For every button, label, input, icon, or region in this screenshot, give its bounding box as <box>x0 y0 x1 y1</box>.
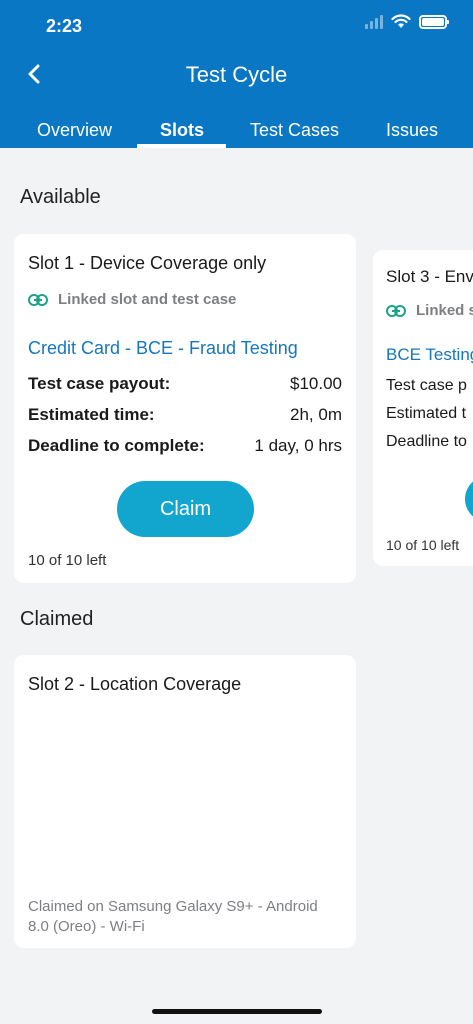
signal-icon <box>365 14 383 29</box>
estimated-time-row: Estimated time: 2h, 0m <box>28 405 342 425</box>
slot-card-3[interactable]: Slot 3 - Env Linked s BCE Testing Test c… <box>373 250 473 566</box>
payout-row: Test case payout: $10.00 <box>28 374 342 394</box>
tab-slots[interactable]: Slots <box>160 120 204 141</box>
claimed-device-info: Claimed on Samsung Galaxy S9+ - Android … <box>28 898 318 935</box>
app-header: 2:23 Test Cycle Overview Slots Test Case… <box>0 0 473 148</box>
section-title-available: Available <box>20 186 101 208</box>
link-icon <box>28 293 48 306</box>
slot-title: Slot 2 - Location Coverage <box>28 674 242 694</box>
section-title-claimed: Claimed <box>20 608 94 630</box>
estimated-time-label: Estimated t <box>386 405 467 422</box>
status-icons <box>365 14 449 29</box>
linked-text: Linked slot and test case <box>58 291 237 308</box>
deadline-value: 1 day, 0 hrs <box>254 436 342 455</box>
payout-label: Test case payout: <box>28 374 171 393</box>
tab-test-cases[interactable]: Test Cases <box>250 120 339 141</box>
slots-left-count: 10 of 10 left <box>386 537 460 553</box>
tab-bar: Overview Slots Test Cases Issues <box>0 116 473 148</box>
slot-title: Slot 3 - Env <box>386 267 473 286</box>
slots-left-count: 10 of 10 left <box>28 552 107 569</box>
estimated-time-label: Estimated time: <box>28 405 155 424</box>
home-indicator[interactable] <box>152 1009 322 1014</box>
test-case-link[interactable]: BCE Testing <box>386 345 473 365</box>
tab-overview[interactable]: Overview <box>37 120 112 141</box>
page-title: Test Cycle <box>185 62 288 87</box>
deadline-label: Deadline to <box>386 433 467 450</box>
tab-issues[interactable]: Issues <box>386 120 438 141</box>
battery-icon <box>419 14 449 29</box>
test-case-link[interactable]: Credit Card - BCE - Fraud Testing <box>28 338 298 359</box>
linked-slot-label: Linked slot and test case <box>28 291 236 308</box>
linked-text: Linked s <box>416 302 473 319</box>
slot-title: Slot 1 - Device Coverage only <box>28 253 267 273</box>
claim-button[interactable] <box>465 476 473 522</box>
slot-card-1[interactable]: Slot 1 - Device Coverage only Linked slo… <box>14 234 356 583</box>
slot-card-2[interactable]: Slot 2 - Location Coverage Claimed on Sa… <box>14 655 356 948</box>
payout-label: Test case p <box>386 377 467 394</box>
active-tab-indicator <box>137 144 226 148</box>
wifi-icon <box>391 14 411 28</box>
linked-slot-label: Linked s <box>386 302 473 319</box>
deadline-row: Deadline to complete: 1 day, 0 hrs <box>28 436 342 456</box>
estimated-time-value: 2h, 0m <box>290 405 342 424</box>
claim-button[interactable]: Claim <box>117 481 254 537</box>
status-time: 2:23 <box>46 16 83 36</box>
deadline-label: Deadline to complete: <box>28 436 205 455</box>
payout-value: $10.00 <box>290 374 342 393</box>
link-icon <box>386 304 406 317</box>
